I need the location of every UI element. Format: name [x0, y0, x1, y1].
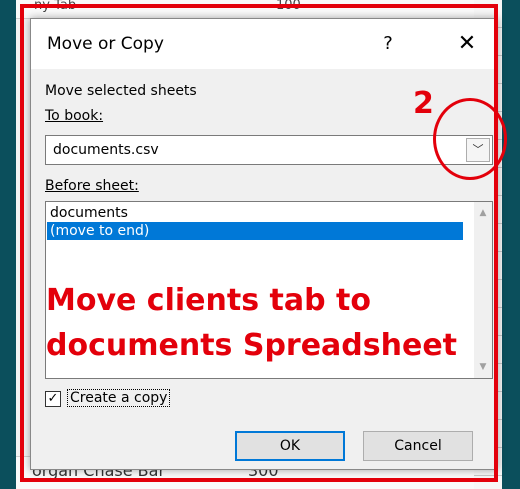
list-item-move-to-end[interactable]: (move to end) [47, 222, 463, 240]
dialog-titlebar: Move or Copy ? ✕ [31, 19, 497, 69]
create-copy-checkbox[interactable]: ✓ [45, 391, 61, 407]
annotation-step-number: 2 [413, 86, 434, 121]
to-book-label: To book: [45, 108, 104, 124]
to-book-dropdown[interactable]: documents.csv ﹀ [45, 135, 493, 165]
section-label: Move selected sheets [45, 83, 197, 99]
annotation-instruction-line1: Move clients tab to [46, 283, 371, 318]
create-copy-label[interactable]: Create a copy [67, 389, 171, 407]
annotation-circle [433, 98, 507, 180]
to-book-value: documents.csv [53, 142, 159, 158]
help-button[interactable]: ? [371, 27, 405, 61]
sheet-cell-text: ny Tab [34, 0, 77, 13]
list-item-documents[interactable]: documents [47, 204, 463, 222]
sheet-row-top: ny Tab 100 [16, 0, 502, 19]
scroll-down-icon[interactable]: ▼ [474, 358, 492, 376]
dialog-title: Move or Copy [47, 34, 164, 54]
ok-button[interactable]: OK [235, 431, 345, 461]
annotation-instruction-line2: documents Spreadsheet [46, 328, 458, 363]
close-button[interactable]: ✕ [447, 27, 487, 61]
scroll-up-icon[interactable]: ▲ [474, 204, 492, 222]
before-sheet-label: Before sheet: [45, 178, 139, 194]
cancel-button[interactable]: Cancel [363, 431, 473, 461]
list-scrollbar[interactable]: ▲ ▼ [474, 202, 492, 378]
sheet-cell-value: 100 [276, 0, 301, 13]
